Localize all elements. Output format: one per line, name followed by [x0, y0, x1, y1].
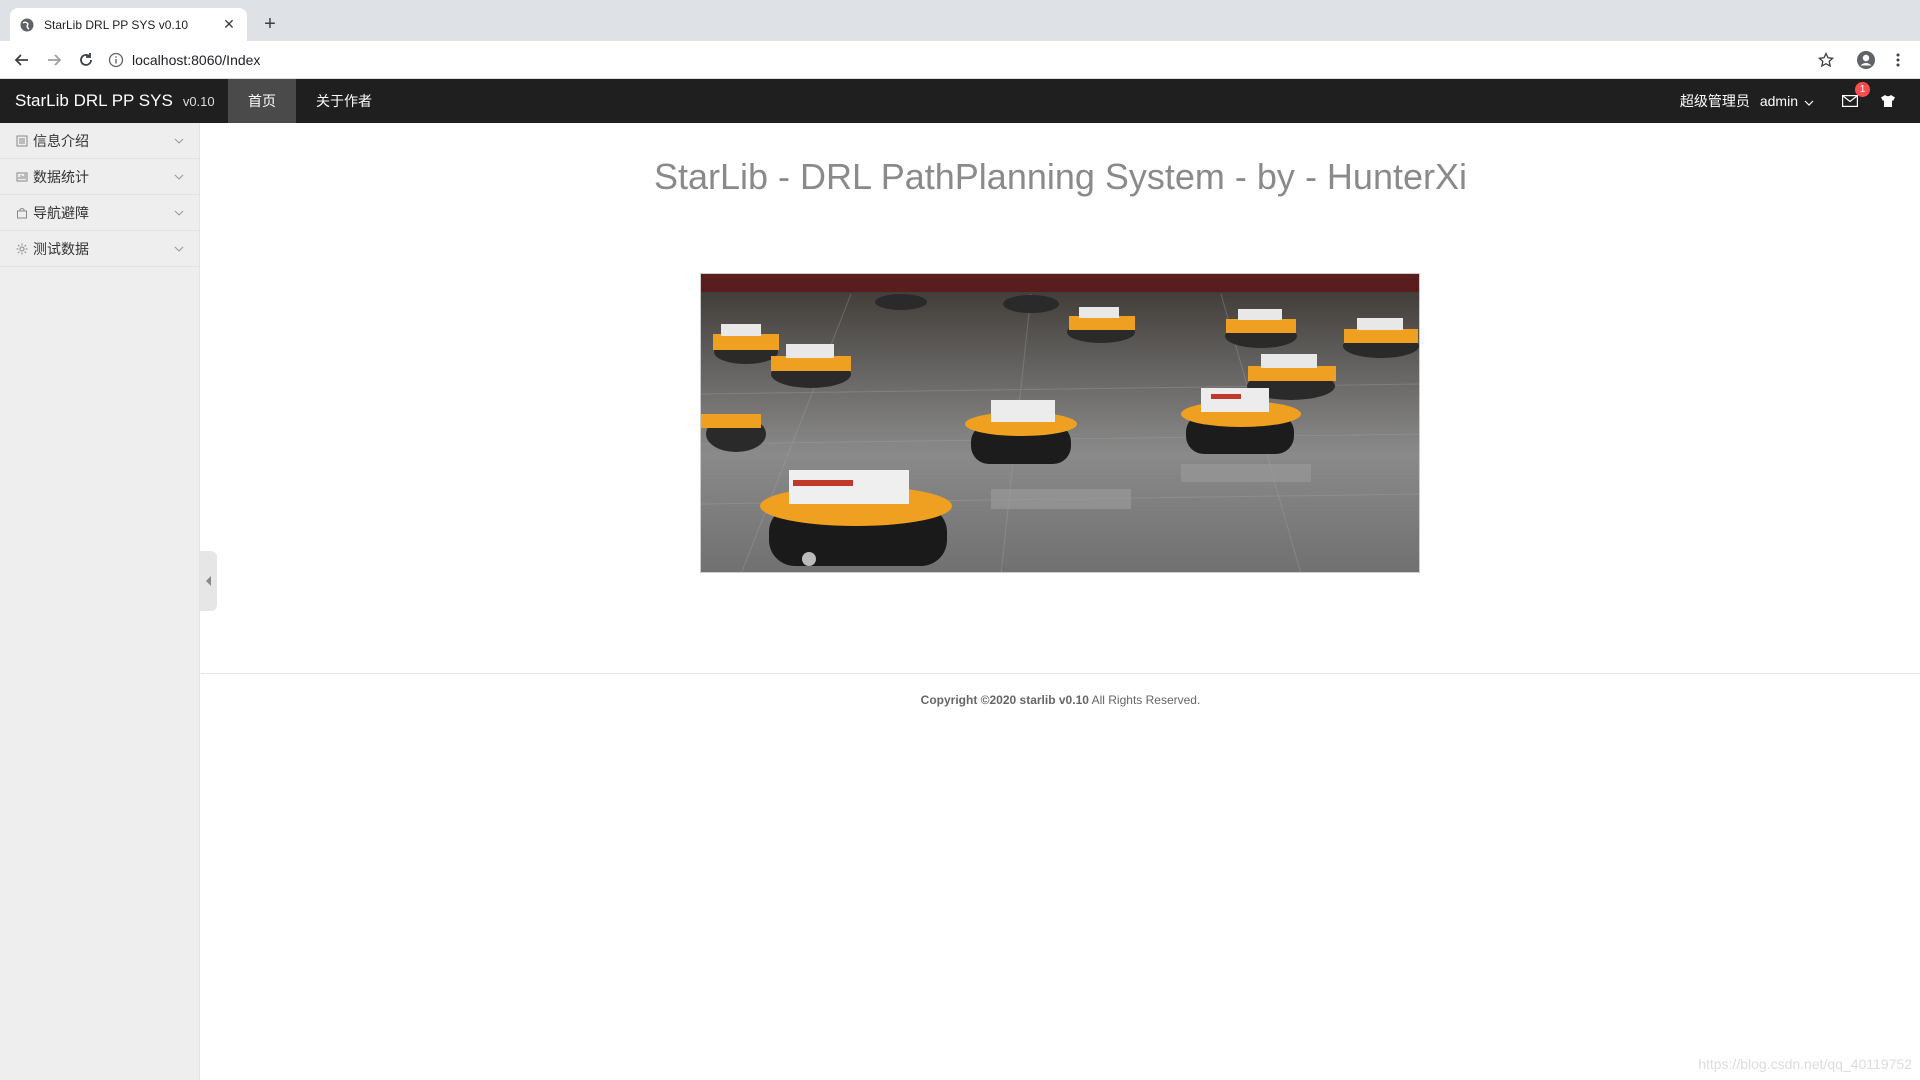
sidebar-item-label: 导航避障 [33, 204, 89, 221]
brand-name: StarLib DRL PP SYS [15, 91, 173, 110]
app-header: StarLib DRL PP SYS v0.10 首页 关于作者 超级管理员 a… [0, 79, 1920, 123]
browser-toolbar: localhost:8060/Index [0, 41, 1920, 79]
copyright-text: Copyright ©2020 starlib v0.10 [920, 693, 1089, 707]
theme-shirt-icon[interactable] [1878, 91, 1898, 111]
chevron-down-icon [1804, 93, 1814, 109]
sidebar-item-stats[interactable]: 数据统计 [0, 159, 199, 195]
hero-image-warehouse-robots [700, 273, 1420, 573]
menu-dots-icon[interactable] [1886, 49, 1910, 71]
browser-tabstrip: StarLib DRL PP SYS v0.10 ✕ + [0, 0, 1920, 41]
back-icon[interactable] [10, 49, 34, 71]
tab-title: StarLib DRL PP SYS v0.10 [44, 17, 189, 32]
footer: Copyright ©2020 starlib v0.10 All Rights… [201, 673, 1920, 707]
chevron-down-icon [173, 207, 185, 219]
close-tab-icon[interactable]: ✕ [221, 16, 237, 33]
chevron-down-icon [173, 171, 185, 183]
top-nav: 首页 关于作者 [228, 79, 392, 123]
new-tab-icon[interactable]: + [258, 12, 282, 36]
chart-icon [15, 170, 29, 184]
watermark: https://blog.csdn.net/qq_40119752 [1698, 1056, 1912, 1072]
mail-badge: 1 [1855, 82, 1870, 97]
rights-text: All Rights Reserved. [1088, 693, 1201, 707]
url-text: localhost:8060/Index [132, 52, 261, 68]
bag-icon [15, 206, 29, 220]
brand[interactable]: StarLib DRL PP SYS v0.10 [15, 79, 215, 123]
user-menu[interactable]: admin [1760, 93, 1814, 109]
chevron-down-icon [173, 135, 185, 147]
forward-icon[interactable] [42, 49, 66, 71]
sidebar-item-info[interactable]: 信息介绍 [0, 123, 199, 159]
sidebar-item-test-data[interactable]: 测试数据 [0, 231, 199, 267]
sidebar: 信息介绍 数据统计 导航避障 测试数据 [0, 123, 200, 1080]
sidebar-item-label: 数据统计 [33, 168, 89, 185]
address-bar[interactable]: localhost:8060/Index [108, 46, 1778, 74]
page-title: StarLib - DRL PathPlanning System - by -… [653, 156, 1467, 197]
username: admin [1759, 93, 1798, 109]
brand-version: v0.10 [182, 93, 215, 109]
star-icon[interactable] [1814, 49, 1838, 71]
sidebar-item-navigation[interactable]: 导航避障 [0, 195, 199, 231]
main-content: StarLib - DRL PathPlanning System - by -… [201, 123, 1920, 1080]
gear-icon [15, 242, 29, 256]
mail-icon [1842, 95, 1858, 107]
sidebar-item-label: 信息介绍 [33, 132, 89, 149]
user-role: 超级管理员 [1679, 93, 1750, 109]
chevron-down-icon [173, 243, 185, 255]
browser-tab[interactable]: StarLib DRL PP SYS v0.10 ✕ [10, 8, 247, 41]
document-icon [15, 134, 29, 148]
nav-about-author[interactable]: 关于作者 [296, 79, 392, 123]
mail-button[interactable]: 1 [1840, 82, 1870, 111]
sidebar-item-label: 测试数据 [33, 240, 89, 257]
info-icon[interactable] [108, 52, 124, 68]
header-right: 超级管理员 admin 1 [1680, 79, 1920, 123]
profile-icon[interactable] [1854, 49, 1878, 71]
nav-home[interactable]: 首页 [228, 79, 296, 123]
reload-icon[interactable] [74, 49, 98, 71]
globe-icon [20, 18, 34, 32]
